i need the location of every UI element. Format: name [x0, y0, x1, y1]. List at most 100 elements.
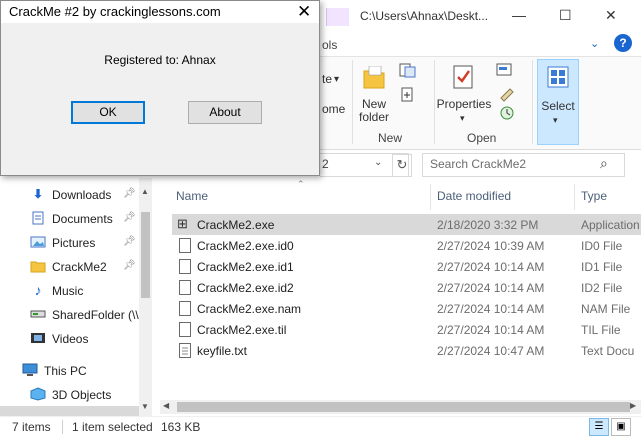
minimize-button[interactable]: — [512, 7, 526, 23]
nav-label: Videos [52, 332, 89, 346]
open-button[interactable] [496, 62, 524, 82]
column-divider[interactable] [574, 184, 575, 210]
easy-access-button[interactable] [398, 86, 424, 106]
nav-label: 3D Objects [52, 388, 112, 402]
file-name: keyfile.txt [197, 344, 248, 358]
nav-item-downloads[interactable]: ⬇ Downloads 📌︎ [0, 184, 138, 206]
ok-button[interactable]: OK [71, 101, 145, 124]
nav-item-videos[interactable]: Videos [0, 328, 138, 350]
edit-button[interactable] [498, 84, 518, 102]
history-icon [500, 106, 514, 120]
new-folder-button[interactable]: New folder [356, 60, 392, 126]
scroll-up-icon[interactable]: ▲ [141, 187, 149, 196]
select-button[interactable]: Select ▾ [537, 59, 579, 145]
nav-label: Music [52, 284, 84, 298]
file-type: ID2 File [581, 281, 623, 295]
column-header-date[interactable]: Date modified [437, 189, 511, 203]
registration-message: Registered to: Ahnax [104, 53, 216, 67]
nav-partial-item [0, 406, 139, 416]
ribbon-partial-button-2[interactable]: ome [322, 103, 345, 116]
history-button[interactable] [498, 104, 518, 122]
file-row[interactable]: CrackMe2.exe.nam 2/27/2024 10:14 AM NAM … [172, 298, 641, 319]
file-row[interactable]: CrackMe2.exe.id0 2/27/2024 10:39 AM ID0 … [172, 235, 641, 256]
details-view-button[interactable]: ☰ [589, 418, 609, 436]
file-row[interactable]: keyfile.txt 2/27/2024 10:47 AM Text Docu [172, 340, 641, 361]
file-row[interactable]: ⊞ CrackMe2.exe 2/18/2020 3:32 PM Applica… [172, 214, 641, 235]
cube-icon [30, 387, 46, 401]
ribbon-partial-button[interactable]: te [322, 73, 332, 86]
nav-item-sharedfolder[interactable]: SharedFolder (\\ [0, 304, 139, 326]
nav-item-pictures[interactable]: Pictures 📌︎ [0, 232, 138, 254]
nav-item-crackme2[interactable]: CrackMe2 📌︎ [0, 256, 138, 278]
address-dropdown-icon[interactable]: ⌄ [374, 157, 382, 168]
nav-label: CrackMe2 [52, 260, 107, 274]
properties-button[interactable]: Properties ▾ [436, 60, 492, 126]
file-row[interactable]: CrackMe2.exe.til 2/27/2024 10:14 AM TIL … [172, 319, 641, 340]
file-type: Text Docu [581, 344, 635, 358]
folder-icon [30, 259, 46, 273]
new-folder-label: New folder [358, 97, 390, 124]
pin-icon[interactable]: 📌︎ [123, 260, 136, 271]
about-button[interactable]: About [188, 101, 262, 124]
file-icon [179, 259, 191, 274]
file-row[interactable]: CrackMe2.exe.id2 2/27/2024 10:14 AM ID2 … [172, 277, 641, 298]
status-divider [62, 420, 63, 434]
scroll-left-icon[interactable]: ◀ [163, 401, 169, 410]
nav-label: This PC [44, 364, 87, 378]
ribbon-divider [434, 60, 435, 144]
ribbon-collapse-chevron-icon[interactable]: ⌄ [590, 37, 599, 50]
quick-access-toolbar-icon[interactable] [326, 8, 349, 26]
file-row[interactable]: CrackMe2.exe.id1 2/27/2024 10:14 AM ID1 … [172, 256, 641, 277]
nav-item-documents[interactable]: Documents 📌︎ [0, 208, 138, 230]
file-date: 2/27/2024 10:14 AM [437, 281, 545, 295]
network-drive-icon [30, 307, 46, 321]
select-icon [547, 66, 569, 88]
large-icons-view-button[interactable]: ▣ [611, 418, 631, 436]
new-item-icon [399, 63, 416, 78]
new-item-button[interactable] [398, 62, 424, 82]
column-divider[interactable] [430, 184, 431, 210]
ribbon-group-open: Open [467, 131, 497, 145]
ribbon-group-new: New [378, 131, 403, 145]
file-type: ID0 File [581, 239, 623, 253]
nav-item-this-pc[interactable]: This PC [0, 360, 130, 382]
file-name: CrackMe2.exe.til [197, 323, 287, 337]
file-name: CrackMe2.exe.id0 [197, 239, 294, 253]
computer-icon [22, 363, 38, 377]
pin-icon[interactable]: 📌︎ [123, 212, 136, 223]
tab-tools[interactable]: ols [322, 38, 337, 52]
window-title: C:\Users\Ahnax\Deskt... [360, 9, 489, 23]
file-name: CrackMe2.exe.id2 [197, 281, 294, 295]
file-name: CrackMe2.exe.nam [197, 302, 302, 316]
scroll-down-icon[interactable]: ▼ [141, 402, 149, 411]
help-icon[interactable]: ? [614, 34, 632, 52]
download-icon: ⬇ [32, 187, 44, 201]
file-icon [179, 238, 191, 253]
scroll-right-icon[interactable]: ▶ [630, 401, 636, 410]
nav-item-music[interactable]: ♪ Music [0, 280, 138, 302]
edit-icon [500, 88, 514, 102]
nav-scrollbar-thumb[interactable] [141, 212, 150, 298]
text-file-icon [179, 343, 191, 358]
file-name: CrackMe2.exe.id1 [197, 260, 294, 274]
file-date: 2/18/2020 3:32 PM [437, 218, 539, 232]
dialog-close-button[interactable]: ✕ [297, 2, 311, 22]
pin-icon[interactable]: 📌︎ [123, 188, 136, 199]
videos-icon [30, 331, 46, 345]
maximize-button[interactable]: ☐ [559, 7, 572, 24]
column-header-type[interactable]: Type [581, 189, 607, 203]
properties-label: Properties [436, 97, 492, 111]
dialog-title: CrackMe #2 by crackinglessons.com [9, 4, 221, 19]
nav-item-3d-objects[interactable]: 3D Objects [0, 384, 138, 406]
file-name: CrackMe2.exe [197, 218, 275, 232]
column-header-name[interactable]: Name [176, 189, 208, 203]
close-button[interactable]: ✕ [605, 7, 617, 24]
nav-label: Downloads [52, 188, 112, 202]
refresh-button[interactable]: ↻ [392, 154, 412, 177]
status-selection: 1 item selected [72, 420, 153, 434]
ribbon-divider [532, 60, 533, 144]
pin-icon[interactable]: 📌︎ [123, 236, 136, 247]
details-pane-edge [630, 70, 633, 150]
horizontal-scrollbar-thumb[interactable] [177, 402, 630, 412]
search-icon[interactable]: ⌕ [600, 155, 608, 172]
